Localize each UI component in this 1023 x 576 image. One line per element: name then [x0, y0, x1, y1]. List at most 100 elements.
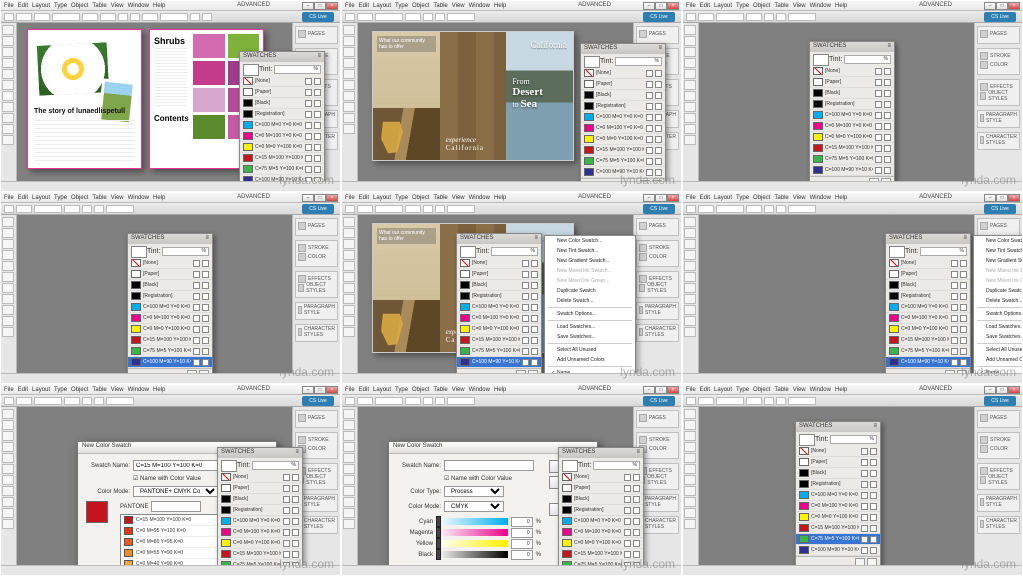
swatch-row[interactable]: [Black] — [457, 280, 541, 291]
library-row[interactable]: C=0 M=80 Y=95 K=0 — [121, 537, 217, 548]
swatch-row[interactable]: [Paper] — [218, 483, 302, 494]
swatch-row[interactable]: [Paper] — [457, 269, 541, 280]
fill-stroke-proxy-icon[interactable] — [460, 246, 474, 256]
tint-field[interactable]: % — [274, 65, 321, 74]
panel-menu-icon[interactable]: ≡ — [295, 449, 299, 457]
swatches-list[interactable]: [None][Paper][Black][Registration]C=100 … — [796, 446, 880, 556]
menu-object[interactable]: Object — [71, 3, 88, 9]
swatches-panel[interactable]: SWATCHES≡ Tint:% [None][Paper][Black][Re… — [809, 41, 895, 188]
control-bar[interactable] — [342, 395, 681, 407]
tools-panel[interactable] — [683, 215, 699, 373]
side-panel-dock[interactable]: PAGESSTROKECOLOREFFECTSOBJECT STYLESPARA… — [974, 23, 1022, 181]
document-canvas[interactable]: What our community has to offer experien… — [358, 23, 633, 181]
swatch-row[interactable]: [Registration] — [559, 505, 643, 516]
tools-panel[interactable] — [683, 23, 699, 181]
swatch-row[interactable]: C=100 M=90 Y=10 K=0 — [796, 545, 880, 556]
swatch-row[interactable]: C=15 M=100 Y=100 K=0 — [581, 145, 665, 156]
direct-selection-tool-icon[interactable] — [2, 36, 14, 46]
document-canvas[interactable]: SWATCHES≡ Tint:% [None][Paper][Black][Re… — [699, 407, 974, 565]
pct-field[interactable]: 0 — [511, 528, 533, 538]
swatches-panel[interactable]: SWATCHES≡ Tint:% [None][Paper][Black][Re… — [885, 233, 971, 380]
swatch-row[interactable]: [Black] — [128, 280, 212, 291]
document-canvas[interactable]: The story of lunaedlispetull Shrubs Cont… — [17, 23, 292, 181]
document-canvas[interactable]: New Color Swatch Swatch Name: ☑ Name wit… — [17, 407, 292, 565]
swatches-list[interactable]: [None][Paper][Black][Registration]C=100 … — [457, 258, 541, 368]
tools-panel[interactable] — [1, 23, 17, 181]
menu-item[interactable]: Select All Unused — [545, 345, 635, 355]
swatch-row[interactable]: C=100 M=0 Y=0 K=0 — [581, 112, 665, 123]
swatch-row[interactable]: [None] — [810, 66, 894, 77]
fill-stroke-proxy-icon[interactable] — [221, 460, 235, 470]
hand-tool-icon[interactable] — [2, 113, 14, 123]
swatch-row[interactable]: C=100 M=0 Y=0 K=0 — [218, 516, 302, 527]
control-bar[interactable] — [683, 11, 1022, 23]
swatch-row[interactable]: C=15 M=100 Y=100 K=0 — [128, 335, 212, 346]
swatch-row[interactable]: [None] — [886, 258, 970, 269]
menu-item[interactable]: Swatch Options... — [974, 309, 1023, 319]
swatches-list[interactable]: [None][Paper][Black][Registration]C=100 … — [581, 68, 665, 178]
swatch-row[interactable]: C=100 M=90 Y=10 K=0 — [886, 357, 970, 368]
swatch-row[interactable]: [Black] — [796, 468, 880, 479]
swatch-row[interactable]: C=0 M=0 Y=100 K=0 — [810, 132, 894, 143]
library-row[interactable]: C=0 M=55 Y=90 K=0 — [121, 548, 217, 559]
side-panel-dock[interactable]: PAGESSTROKECOLOREFFECTSOBJECT STYLESPARA… — [974, 407, 1022, 565]
menu-item[interactable]: Duplicate Swatch — [545, 286, 635, 296]
swatch-row[interactable]: C=75 M=5 Y=100 K=0 — [886, 346, 970, 357]
control-bar[interactable] — [342, 203, 681, 215]
swatches-panel[interactable]: SWATCHES≡ Tint:% [None][Paper][Black][Re… — [580, 43, 666, 190]
swatch-row[interactable]: C=75 M=5 Y=100 K=0 — [128, 346, 212, 357]
swatch-row[interactable]: [None] — [796, 446, 880, 457]
document-canvas[interactable]: What our community has to offer experien… — [358, 215, 633, 373]
cs-live-button[interactable]: CS Live — [302, 12, 334, 22]
pct-field[interactable]: 0 — [511, 539, 533, 549]
swatch-row[interactable]: [None] — [218, 472, 302, 483]
swatch-row[interactable]: [Black] — [240, 98, 324, 109]
workspace-switcher[interactable]: ADVANCED — [237, 2, 270, 8]
swatch-row[interactable]: C=0 M=100 Y=0 K=0 — [240, 131, 324, 142]
menubar[interactable]: FileEditLayoutTypeObjectTableViewWindowH… — [1, 193, 340, 203]
menu-item[interactable]: New Tint Swatch... — [545, 246, 635, 256]
menu-item[interactable]: Delete Swatch... — [974, 296, 1023, 306]
rectangle-frame-tool-icon[interactable] — [2, 80, 14, 90]
tools-panel[interactable] — [342, 215, 358, 373]
color-mode-select[interactable]: CMYK — [444, 501, 504, 512]
slider-yellow[interactable] — [436, 540, 508, 547]
swatch-row[interactable]: C=0 M=0 Y=100 K=0 — [559, 538, 643, 549]
control-bar[interactable] — [1, 395, 340, 407]
menubar[interactable]: FileEditLayoutTypeObjectTableViewWindowH… — [1, 385, 340, 395]
document-canvas[interactable]: SWATCHES≡ Tint:% [None][Paper][Black][Re… — [699, 23, 974, 181]
swatches-panel[interactable]: SWATCHES≡ Tint:% [None][Paper][Black][Re… — [456, 233, 542, 380]
control-bar[interactable] — [1, 203, 340, 215]
swatch-row[interactable]: [None] — [240, 76, 324, 87]
document-canvas[interactable]: New Color Swatch Swatch Name: ☑ Name wit… — [358, 407, 633, 565]
swatch-row[interactable]: [None] — [559, 472, 643, 483]
swatch-row[interactable]: [Paper] — [581, 79, 665, 90]
minimize-button[interactable]: – — [302, 2, 314, 10]
swatch-row[interactable]: [Black] — [581, 90, 665, 101]
menu-item[interactable]: New Tint Swatch... — [974, 246, 1023, 256]
swatch-row[interactable]: [Black] — [559, 494, 643, 505]
panel-menu-icon[interactable]: ≡ — [205, 235, 209, 243]
panel-menu-icon[interactable]: ≡ — [887, 43, 891, 51]
swatches-list[interactable]: [None][Paper][Black][Registration]C=100 … — [810, 66, 894, 176]
control-bar[interactable] — [683, 203, 1022, 215]
menubar[interactable]: FileEdit LayoutType ObjectTable ViewWind… — [342, 1, 681, 11]
pencil-tool-icon[interactable] — [2, 69, 14, 79]
maximize-button[interactable]: □ — [314, 2, 326, 10]
swatch-row[interactable]: C=0 M=100 Y=0 K=0 — [457, 313, 541, 324]
swatch-row[interactable]: C=15 M=100 Y=100 K=0 — [240, 153, 324, 164]
rectangle-tool-icon[interactable] — [2, 91, 14, 101]
panel-menu-icon[interactable]: ≡ — [317, 53, 321, 61]
fill-stroke-proxy-icon[interactable] — [813, 54, 827, 64]
fill-stroke-proxy-icon[interactable] — [799, 434, 813, 444]
fill-stroke-proxy-icon[interactable] — [131, 246, 145, 256]
pct-field[interactable]: 0 — [511, 550, 533, 560]
swatch-row[interactable]: C=100 M=0 Y=0 K=0 — [128, 302, 212, 313]
tools-panel[interactable] — [683, 407, 699, 565]
side-panel-dock[interactable]: PAGESSTROKECOLOREFFECTSOBJECT STYLESPARA… — [292, 215, 340, 373]
panel-menu-icon[interactable]: ≡ — [658, 45, 662, 53]
swatch-row[interactable]: C=75 M=5 Y=100 K=0 — [796, 534, 880, 545]
pct-field[interactable]: 0 — [511, 517, 533, 527]
fill-stroke-proxy-icon[interactable] — [584, 56, 598, 66]
swatch-row[interactable]: C=100 M=0 Y=0 K=0 — [240, 120, 324, 131]
